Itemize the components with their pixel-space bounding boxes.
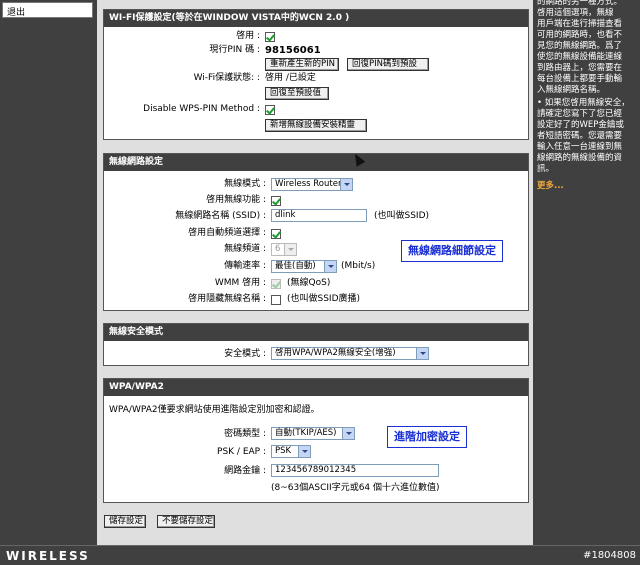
chevron-down-icon <box>340 179 352 190</box>
ssid-input[interactable]: dlink <box>271 209 367 222</box>
add-wizard-button[interactable]: 新增無線設備安裝精靈 <box>265 119 367 132</box>
network-key-input[interactable]: 123456789012345 <box>271 464 439 477</box>
wmm-checkbox[interactable] <box>271 279 281 289</box>
help-security-text: • 如果您啓用無線安全， 請確定您寫下了您已經 設定好了的WEP金鑰或 者短語密… <box>537 98 630 174</box>
wps-enable-label: 啓用 : <box>236 31 260 41</box>
watermark: #1804808 <box>583 550 636 561</box>
chevron-down-icon <box>324 261 336 272</box>
wireless-mode-value: Wireless Router <box>275 179 342 189</box>
chevron-down-icon <box>342 428 354 439</box>
auto-channel-checkbox[interactable] <box>271 229 281 239</box>
wps-status-label: Wi-Fi保護狀態: : <box>193 73 260 83</box>
cipher-select[interactable]: 自動(TKIP/AES) <box>271 427 355 440</box>
footer: WIRELESS #1804808 <box>0 545 640 565</box>
hidden-ssid-note: (也叫做SSID廣播) <box>287 294 361 304</box>
rate-select[interactable]: 最佳(自動) <box>271 260 337 273</box>
wps-enable-checkbox[interactable] <box>265 32 275 42</box>
wps-section-heading: WI-FI保護設定(等於在WINDOW VISTA中的WCN 2.0 ) <box>104 10 528 27</box>
main-content: WI-FI保護設定(等於在WINDOW VISTA中的WCN 2.0 ) 啓用 … <box>97 0 533 545</box>
wps-section: WI-FI保護設定(等於在WINDOW VISTA中的WCN 2.0 ) 啓用 … <box>103 9 529 140</box>
sidebar-item-logout[interactable]: 退出 <box>2 2 93 18</box>
security-mode-label: 安全模式 : <box>224 349 266 359</box>
channel-value: 6 <box>275 244 281 254</box>
pin-label: 現行PIN 碼 : <box>209 45 260 55</box>
left-sidebar: 退出 <box>0 0 95 545</box>
wpa-callout: 進階加密設定 <box>387 426 467 448</box>
reset-pin-button[interactable]: 回復PIN碼到預設 <box>347 58 429 71</box>
ssid-note: (也叫做SSID) <box>374 211 430 221</box>
rate-unit: (Mbit/s) <box>341 261 376 271</box>
rate-value: 最佳(自動) <box>275 261 316 271</box>
footer-brand: WIRELESS <box>6 549 90 563</box>
disable-pin-label: Disable WPS-PIN Method : <box>143 104 260 114</box>
help-more-link[interactable]: 更多... <box>537 181 637 192</box>
wpa-section: WPA/WPA2 WPA/WPA2僅要求網站使用進階設定別加密和認證。 密碼類型… <box>103 378 529 503</box>
psk-eap-value: PSK <box>275 446 292 456</box>
pin-value: 98156061 <box>265 45 321 56</box>
no-save-button[interactable]: 不要儲存設定 <box>157 515 215 528</box>
reset-default-button[interactable]: 回復至預設值 <box>265 87 329 100</box>
chevron-down-icon <box>284 244 296 255</box>
wpa-description: WPA/WPA2僅要求網站使用進階設定別加密和認證。 <box>109 405 320 415</box>
help-hidden-ssid-text: 的網路的另一種方式。 啓用這個選項，無線 用戶端在進行掃描查看 可用的網路時，也… <box>537 0 623 95</box>
cipher-label: 密碼類型 : <box>224 429 266 439</box>
channel-select[interactable]: 6 <box>271 243 297 256</box>
wpa-section-heading: WPA/WPA2 <box>104 379 528 396</box>
regen-pin-button[interactable]: 重新產生新的PIN <box>265 58 339 71</box>
auto-channel-label: 啓用自動頻道選擇 : <box>188 228 266 238</box>
hidden-ssid-label: 啓用隱藏無線名稱 : <box>188 294 266 304</box>
hidden-ssid-checkbox[interactable] <box>271 295 281 305</box>
psk-eap-label: PSK / EAP : <box>217 447 266 457</box>
wireless-enable-checkbox[interactable] <box>271 196 281 206</box>
chevron-down-icon <box>298 446 310 457</box>
rate-label: 傳輸速率 : <box>224 261 266 271</box>
chevron-down-icon <box>416 348 428 359</box>
sidebar-item-label: 退出 <box>7 8 26 18</box>
security-section: 無線安全模式 安全模式 : 啓用WPA/WPA2無線安全(增強) <box>103 323 529 366</box>
wmm-note: (無線QoS) <box>287 278 331 288</box>
wireless-section: 無線網路設定 無線模式 : Wireless Router 啓用無線功能 : 無… <box>103 153 529 311</box>
security-section-heading: 無線安全模式 <box>104 324 528 341</box>
wireless-callout: 無線網路細節設定 <box>401 240 503 262</box>
help-panel: 的網路的另一種方式。 啓用這個選項，無線 用戶端在進行掃描查看 可用的網路時，也… <box>535 0 640 545</box>
security-mode-value: 啓用WPA/WPA2無線安全(增強) <box>275 348 396 358</box>
network-key-note: (8~63個ASCII字元或64 個十六進位數值) <box>271 483 440 493</box>
wireless-enable-label: 啓用無線功能 : <box>206 195 266 205</box>
wmm-label: WMM 啓用 : <box>214 278 266 288</box>
wireless-section-heading: 無線網路設定 <box>104 154 528 171</box>
wireless-mode-select[interactable]: Wireless Router <box>271 178 353 191</box>
cipher-value: 自動(TKIP/AES) <box>275 428 337 438</box>
security-mode-select[interactable]: 啓用WPA/WPA2無線安全(增強) <box>271 347 429 360</box>
save-button[interactable]: 儲存設定 <box>104 515 146 528</box>
psk-eap-select[interactable]: PSK <box>271 445 311 458</box>
channel-label: 無線頻道 : <box>224 244 266 254</box>
wps-status-value: 啓用 /已設定 <box>265 73 316 83</box>
wireless-mode-label: 無線模式 : <box>224 179 266 189</box>
disable-pin-checkbox[interactable] <box>265 105 275 115</box>
ssid-label: 無線網路名稱 (SSID) : <box>175 211 266 221</box>
network-key-label: 網路金鑰 : <box>224 466 266 476</box>
